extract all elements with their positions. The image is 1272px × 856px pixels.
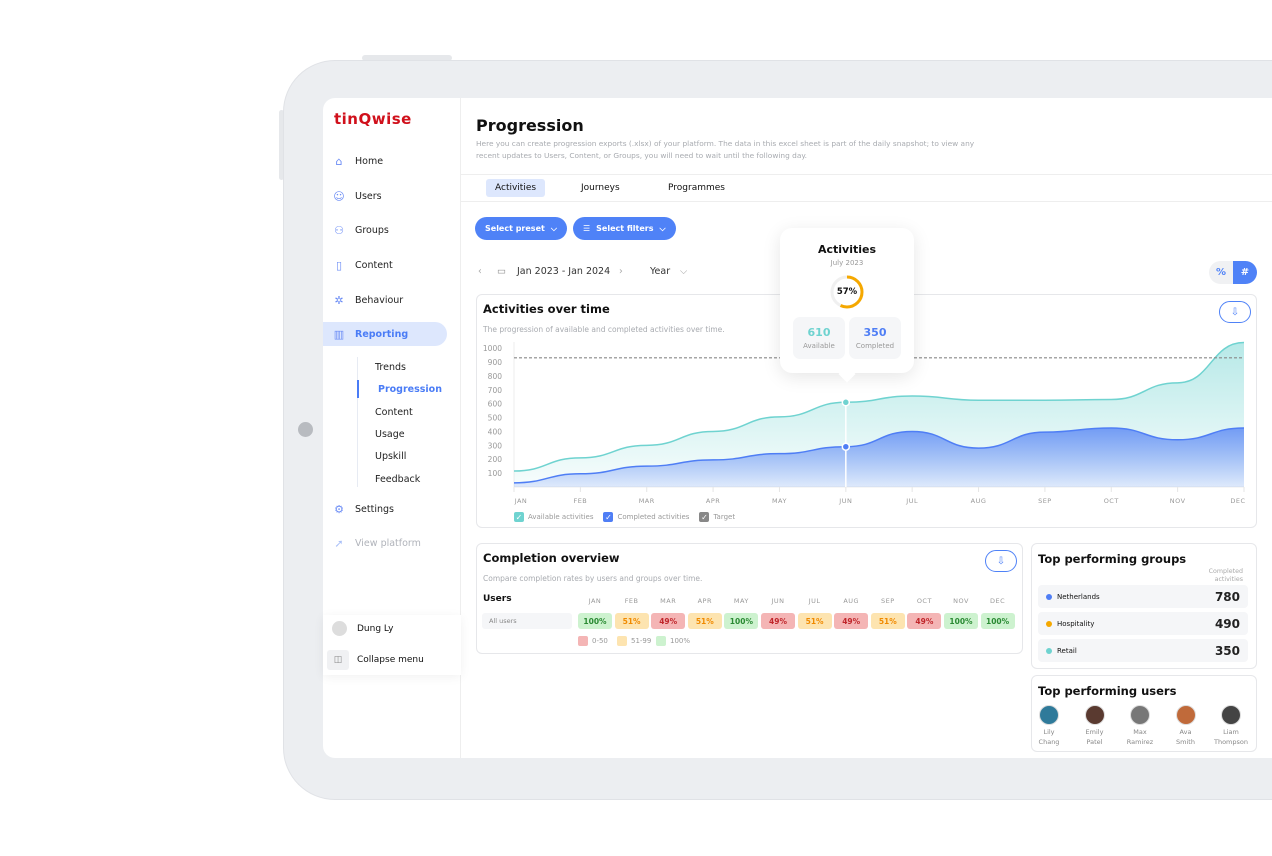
month-label: SEP (880, 597, 895, 605)
x-tick-label: SEP (1038, 497, 1052, 505)
row-label: All users (482, 613, 572, 629)
group-row[interactable]: Hospitality 490 (1038, 612, 1248, 635)
completion-cell[interactable]: 51% (687, 613, 722, 629)
data-point-completed[interactable] (841, 442, 851, 451)
completion-cell[interactable]: 100% (578, 613, 612, 629)
completion-cell[interactable]: 51% (870, 613, 905, 629)
completion-cell[interactable]: 49% (761, 613, 795, 629)
tooltip-month: July 2023 (830, 259, 864, 267)
month-label: OCT (916, 597, 932, 605)
tooltip-title: Activities (817, 243, 877, 256)
top-user[interactable]: Max Ramirez (1115, 705, 1165, 747)
checkbox-icon: ✓ (699, 512, 710, 522)
completion-cell[interactable]: 51% (614, 613, 649, 629)
y-tick-label: 700 (488, 386, 503, 395)
tooltip-completed: 350 Completed (849, 317, 901, 359)
legend-swatch (617, 636, 627, 646)
legend-item[interactable]: ✓ Target (699, 512, 735, 522)
row-header: Users (483, 594, 512, 604)
available-value: 610 (807, 326, 831, 339)
y-tick-label: 1000 (483, 344, 502, 353)
group-dot (1046, 647, 1052, 654)
completed-value: 350 (863, 326, 887, 339)
y-tick-label: 300 (488, 441, 503, 450)
month-label: AUG (843, 597, 860, 605)
month-label: JUL (808, 597, 821, 605)
tooltip-percent: 57% (836, 287, 858, 297)
x-tick-label: DEC (1230, 497, 1245, 505)
y-tick-label: 100 (488, 469, 503, 478)
data-point-available[interactable] (841, 398, 851, 407)
avatar (1221, 705, 1241, 725)
group-row[interactable]: Netherlands 780 (1038, 585, 1248, 608)
x-tick-label: OCT (1104, 497, 1119, 505)
completion-cell[interactable]: 51% (797, 613, 832, 629)
tooltip-available: 610 Available (793, 317, 845, 359)
group-dot (1046, 593, 1052, 600)
x-tick-label: AUG (971, 497, 987, 505)
chart-legend: ✓ Available activities ✓ Completed activiti… (514, 512, 741, 522)
available-label: Available (803, 342, 835, 350)
month-label: JAN (588, 597, 602, 605)
checkbox-icon: ✓ (603, 512, 614, 522)
y-tick-label: 500 (488, 414, 503, 423)
month-label: MAY (733, 597, 749, 605)
x-tick-label: FEB (573, 497, 587, 505)
completion-legend-item: 100% (656, 636, 690, 646)
top-user[interactable]: Ava Smith (1161, 705, 1211, 747)
month-label: NOV (953, 597, 969, 605)
x-tick-label: JAN (514, 497, 528, 505)
card-title: Top performing groups (1038, 552, 1187, 566)
card-title: Completion overview (483, 551, 620, 565)
completion-cell[interactable]: 49% (651, 613, 686, 629)
x-tick-label: JUN (838, 497, 852, 505)
legend-swatch (656, 636, 666, 646)
legend-item[interactable]: ✓ Available activities (514, 512, 593, 522)
download-icon: ⇩ (996, 555, 1006, 567)
completion-legend-item: 0-50 (578, 636, 608, 646)
month-label: FEB (624, 597, 639, 605)
completion-cell[interactable]: 100% (944, 613, 978, 629)
checkbox-icon: ✓ (514, 512, 524, 522)
completion-cell[interactable]: 49% (907, 613, 942, 629)
chart-tooltip: Activities July 2023 57% 610 Available 35… (780, 228, 914, 383)
completed-label: Completed (855, 342, 895, 350)
month-label: MAR (660, 597, 677, 605)
completion-legend-item: 51-99 (617, 636, 651, 646)
x-tick-label: APR (706, 497, 720, 505)
group-dot (1046, 620, 1052, 627)
avatar (1130, 705, 1150, 725)
completion-cell[interactable]: 100% (724, 613, 759, 629)
month-label: JUN (771, 597, 785, 605)
top-user[interactable]: Lily Chang (1024, 705, 1074, 747)
legend-swatch (578, 636, 588, 646)
month-label: APR (697, 597, 712, 605)
x-tick-label: MAR (639, 497, 655, 505)
completion-cell[interactable]: 100% (980, 613, 1015, 629)
top-user[interactable]: Liam Thompson (1206, 705, 1256, 747)
top-user[interactable]: Emily Patel (1070, 705, 1120, 747)
x-tick-label: MAY (772, 497, 787, 505)
y-tick-label: 900 (488, 358, 503, 367)
month-label: DEC (990, 597, 1006, 605)
x-tick-label: JUL (905, 497, 918, 505)
avatar (1175, 705, 1196, 725)
x-tick-label: NOV (1170, 497, 1186, 505)
legend-item[interactable]: ✓ Completed activities (603, 512, 689, 522)
y-tick-label: 400 (488, 427, 503, 436)
card-title: Top performing users (1038, 684, 1177, 698)
download-button[interactable]: ⇩ (985, 550, 1017, 572)
avatar (1084, 705, 1105, 725)
avatar (1039, 705, 1059, 725)
y-tick-label: 800 (488, 372, 503, 381)
y-tick-label: 600 (488, 400, 503, 409)
y-tick-label: 200 (488, 455, 503, 464)
completion-cell[interactable]: 49% (834, 613, 869, 629)
card-subtitle: Compare completion rates by users and gr… (483, 574, 703, 583)
group-row[interactable]: Retail 350 (1038, 639, 1248, 662)
column-header: Completed activities (1208, 568, 1243, 583)
